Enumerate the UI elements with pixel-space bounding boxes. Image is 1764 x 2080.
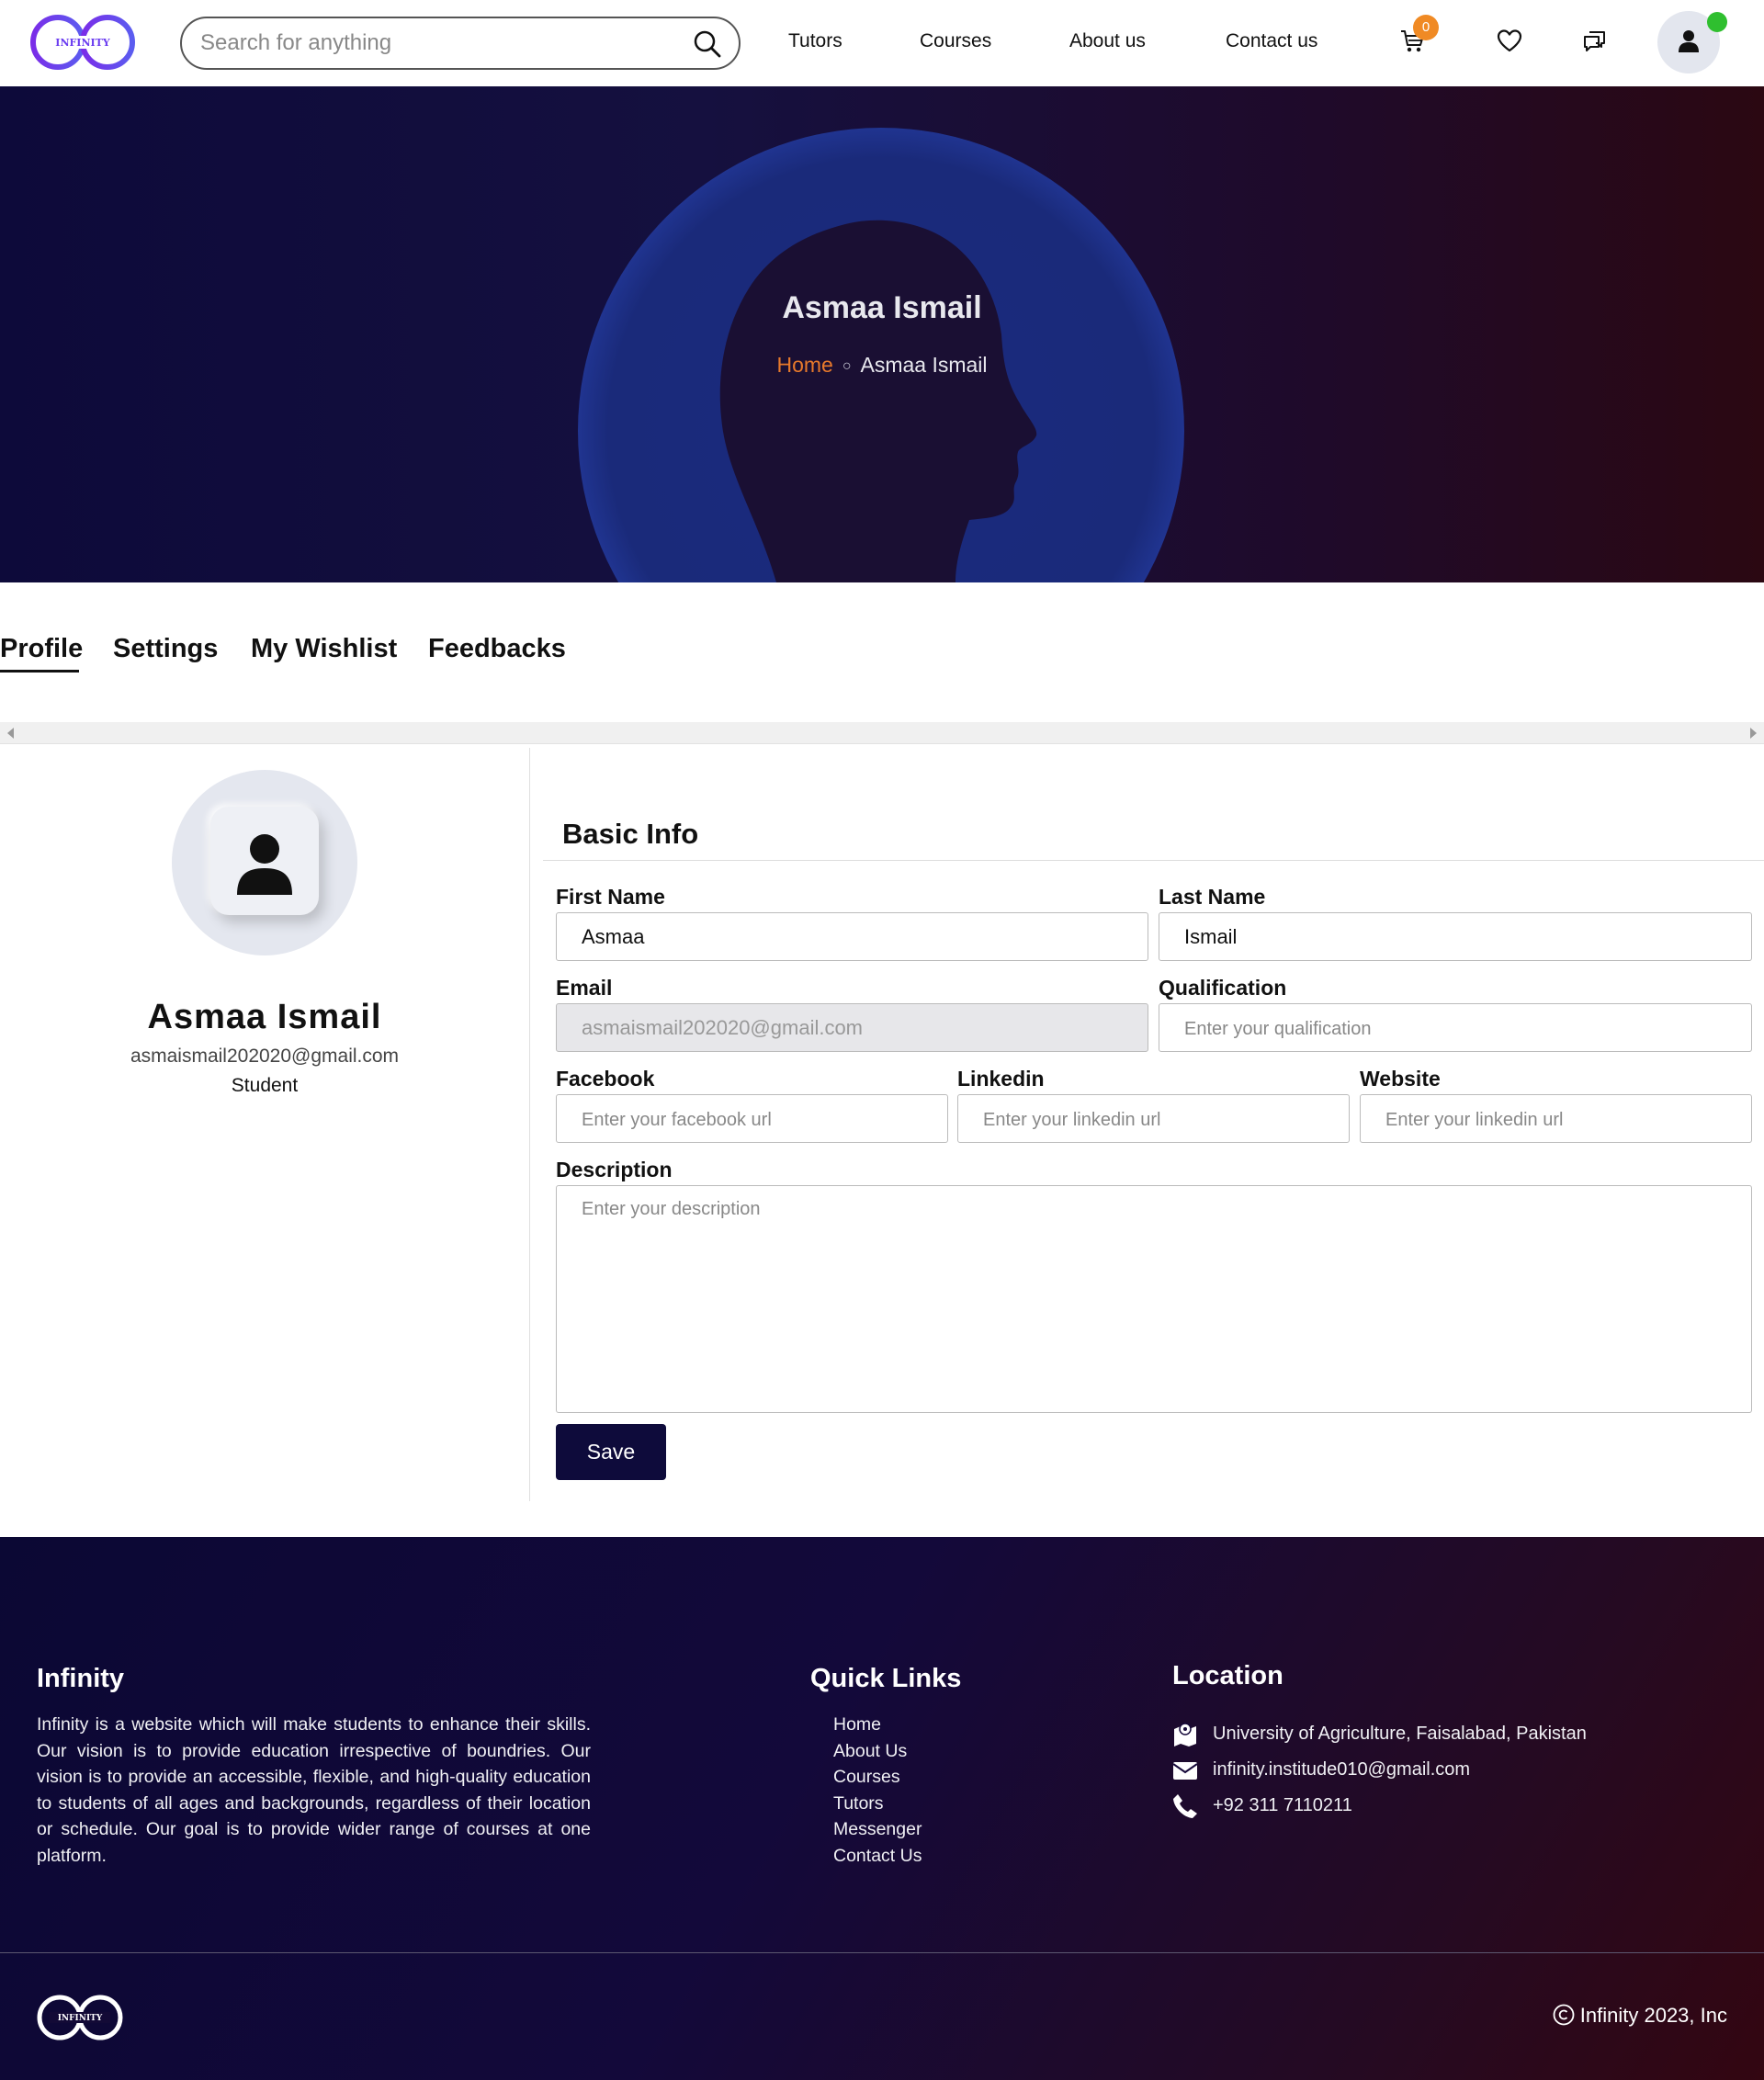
breadcrumb-current: Asmaa Ismail [860,353,988,377]
scroll-right-arrow-icon[interactable] [1750,728,1757,739]
profile-avatar[interactable] [172,770,357,955]
last-name-label: Last Name [1159,885,1266,909]
footer-quick-links: Home About Us Courses Tutors Messenger C… [833,1712,922,1870]
footer-about-title: Infinity [37,1664,125,1693]
online-status-dot [1707,12,1727,32]
user-icon [237,834,292,895]
user-avatar-button[interactable] [1657,11,1727,73]
profile-name: Asmaa Ismail [147,998,382,1036]
tab-my-wishlist[interactable]: My Wishlist [251,634,397,664]
footer-link-about[interactable]: About Us [833,1738,922,1765]
horizontal-scrollbar[interactable] [0,722,1764,744]
logo-text: INFINITY [55,37,110,49]
breadcrumb-separator-icon: ○ [842,358,852,374]
footer-link-contact[interactable]: Contact Us [833,1843,922,1870]
facebook-url-field[interactable] [556,1094,948,1143]
phone-icon [1173,1794,1197,1818]
copyright-text: Infinity 2023, Inc [1579,2004,1727,2027]
avatar-tile [210,807,319,915]
search-input[interactable] [200,28,678,59]
first-name-field[interactable] [556,912,1148,961]
form-divider [543,860,1764,861]
site-footer: Infinity Infinity is a website which wil… [0,1537,1764,2080]
footer-address: University of Agriculture, Faisalabad, P… [1213,1724,1587,1744]
footer-phone[interactable]: +92 311 7110211 [1213,1795,1352,1816]
first-name-label: First Name [556,885,665,909]
footer-email[interactable]: infinity.institude010@gmail.com [1213,1759,1470,1780]
active-tab-indicator [0,670,79,673]
breadcrumb: Home ○ Asmaa Ismail [0,353,1764,378]
footer-copyright: Infinity 2023, Inc [1553,2004,1727,2028]
map-icon [1174,1723,1196,1747]
user-icon [1679,30,1699,52]
qualification-label: Qualification [1159,976,1287,1000]
website-label: Website [1360,1067,1441,1091]
footer-link-tutors[interactable]: Tutors [833,1791,922,1817]
column-divider [529,748,530,1501]
infinity-logo[interactable]: INFINITY [28,13,138,72]
qualification-field[interactable] [1159,1003,1752,1052]
mail-icon [1172,1762,1198,1780]
heart-icon[interactable] [1496,28,1523,55]
cart-count-badge: 0 [1413,15,1439,40]
scroll-left-arrow-icon[interactable] [7,728,14,739]
website-url-field[interactable] [1360,1094,1752,1143]
nav-link-courses[interactable]: Courses [920,30,991,52]
form-title: Basic Info [562,818,699,850]
linkedin-label: Linkedin [957,1067,1045,1091]
nav-link-about[interactable]: About us [1069,30,1146,52]
search-icon[interactable] [693,29,722,59]
page-title: Asmaa Ismail [782,290,982,325]
tab-feedbacks[interactable]: Feedbacks [428,634,566,664]
footer-logo[interactable]: INFINITY [37,1992,123,2043]
description-field[interactable] [556,1185,1752,1413]
email-field [556,1003,1148,1052]
profile-email: asmaismail202020@gmail.com [130,1046,400,1067]
copyright-icon [1553,2004,1575,2026]
save-button[interactable]: Save [556,1424,666,1480]
facebook-label: Facebook [556,1067,655,1091]
footer-link-home[interactable]: Home [833,1712,922,1738]
footer-links-title: Quick Links [810,1664,962,1693]
tab-settings[interactable]: Settings [113,634,218,664]
search-bar [180,17,741,70]
footer-link-courses[interactable]: Courses [833,1764,922,1791]
footer-divider [0,1952,1764,1953]
nav-link-contact[interactable]: Contact us [1226,30,1317,52]
footer-logo-text: INFINITY [58,2014,103,2023]
silhouette-illustration [578,128,1184,582]
linkedin-url-field[interactable] [957,1094,1350,1143]
footer-location-title: Location [1172,1661,1283,1690]
last-name-field[interactable] [1159,912,1752,961]
top-navbar: INFINITY Tutors Courses About us Contact… [0,0,1764,86]
nav-link-tutors[interactable]: Tutors [788,30,842,52]
tab-profile[interactable]: Profile [0,634,83,664]
description-label: Description [556,1158,673,1181]
profile-hero-banner: Asmaa Ismail Home ○ Asmaa Ismail [0,86,1764,582]
footer-about-text: Infinity is a website which will make st… [37,1714,591,1866]
chat-icon[interactable] [1581,28,1609,55]
email-label: Email [556,976,613,1000]
footer-link-messenger[interactable]: Messenger [833,1816,922,1843]
breadcrumb-home-link[interactable]: Home [776,353,832,377]
profile-role: Student [231,1075,299,1096]
